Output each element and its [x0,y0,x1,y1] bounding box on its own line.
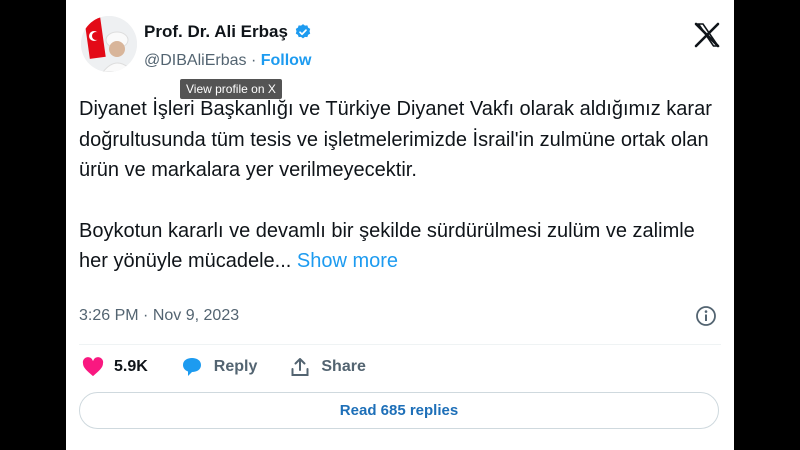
tweet-paragraph-2-container: Boykotun kararlı ve devamlı bir şekilde … [79,216,719,277]
separator-dot: · [143,307,149,324]
share-icon [291,358,309,376]
separator-dot: · [250,52,257,69]
share-label: Share [321,358,366,375]
reply-button[interactable]: Reply [180,356,258,378]
author-handle-row: @DIBAliErbas · Follow [144,52,311,70]
likes-count: 5.9K [114,358,148,375]
author-handle[interactable]: @DIBAliErbas [144,52,247,69]
tweet-embed-card: Prof. Dr. Ali Erbaş @DIBAliErbas · Follo… [66,0,734,450]
speech-bubble-icon [182,358,201,376]
tweet-time: 3:26 PM [79,307,139,324]
tweet-paragraph-1: Diyanet İşleri Başkanlığı ve Türkiye Diy… [79,98,712,181]
heart-icon [82,357,104,377]
x-logo-icon[interactable] [692,20,722,50]
share-button[interactable]: Share [289,356,366,378]
reply-label: Reply [213,358,258,375]
read-replies-button[interactable]: Read 685 replies [79,392,719,429]
like-button[interactable]: 5.9K [82,357,148,377]
avatar[interactable] [81,16,137,72]
divider [79,344,721,345]
info-icon[interactable] [695,305,717,327]
author-name-row[interactable]: Prof. Dr. Ali Erbaş [144,22,312,42]
verified-badge-icon [294,23,312,41]
tweet-actions: 5.9K Reply Share [82,356,398,378]
author-name[interactable]: Prof. Dr. Ali Erbaş [144,22,288,42]
show-more-link[interactable]: Show more [297,250,398,272]
tweet-date: Nov 9, 2023 [152,307,240,324]
follow-button[interactable]: Follow [261,52,312,69]
tweet-timestamp[interactable]: 3:26 PM · Nov 9, 2023 [79,307,239,325]
tweet-text: Diyanet İşleri Başkanlığı ve Türkiye Diy… [79,94,719,277]
